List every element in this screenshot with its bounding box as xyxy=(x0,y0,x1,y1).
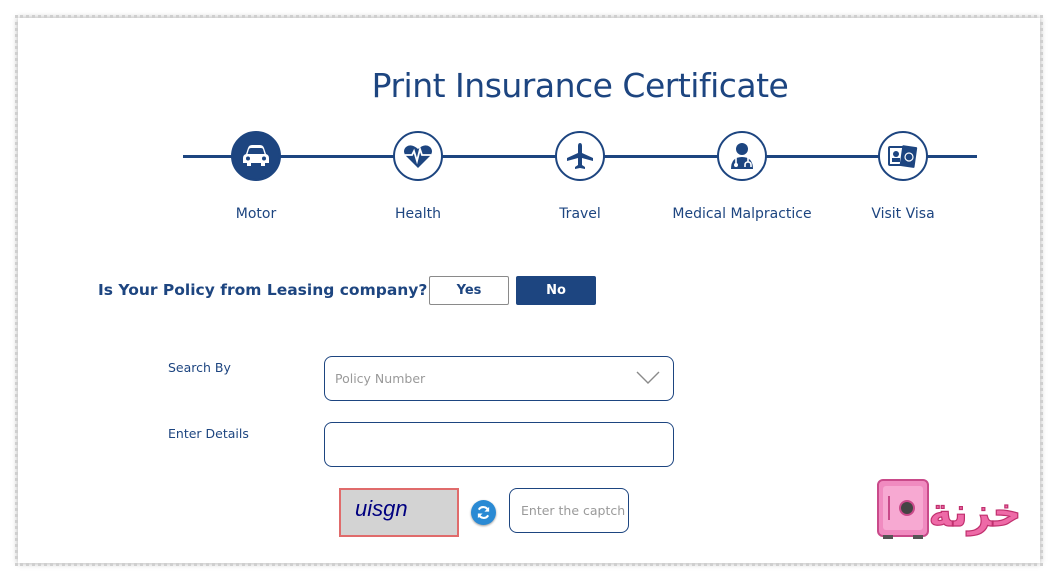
step-label: Medical Malpractice xyxy=(672,206,812,222)
heart-pulse-icon xyxy=(393,131,443,181)
refresh-icon xyxy=(477,506,490,519)
no-button[interactable]: No xyxy=(516,276,596,305)
enter-details-input[interactable] xyxy=(324,422,674,467)
step-visit-visa[interactable]: Visit Visa xyxy=(833,131,973,226)
step-travel[interactable]: Travel xyxy=(510,131,650,226)
airplane-icon xyxy=(555,131,605,181)
captcha-image: uisgn xyxy=(339,488,459,537)
step-motor[interactable]: Motor xyxy=(186,131,326,226)
passport-icon xyxy=(878,131,928,181)
search-by-value: Policy Number xyxy=(335,371,426,386)
doctor-icon xyxy=(717,131,767,181)
step-health[interactable]: Health xyxy=(348,131,488,226)
step-medical-malpractice[interactable]: Medical Malpractice xyxy=(672,131,812,226)
step-label: Health xyxy=(395,206,441,222)
watermark-logo: خزنة xyxy=(877,478,1024,540)
step-label: Visit Visa xyxy=(871,206,935,222)
leasing-question: Is Your Policy from Leasing company? xyxy=(98,281,428,299)
enter-details-label: Enter Details xyxy=(168,426,249,441)
step-label: Motor xyxy=(235,206,277,222)
step-label: Travel xyxy=(559,206,601,222)
captcha-text: uisgn xyxy=(355,496,408,521)
page-title: Print Insurance Certificate xyxy=(371,66,789,106)
car-icon xyxy=(231,131,281,181)
refresh-captcha-button[interactable] xyxy=(471,500,496,525)
chevron-down-icon xyxy=(636,371,660,384)
watermark-text: خزنة xyxy=(929,490,1022,536)
search-by-label: Search By xyxy=(168,360,231,375)
captcha-input[interactable] xyxy=(509,488,629,533)
yes-button[interactable]: Yes xyxy=(429,276,509,305)
search-by-select[interactable]: Policy Number xyxy=(324,356,674,401)
